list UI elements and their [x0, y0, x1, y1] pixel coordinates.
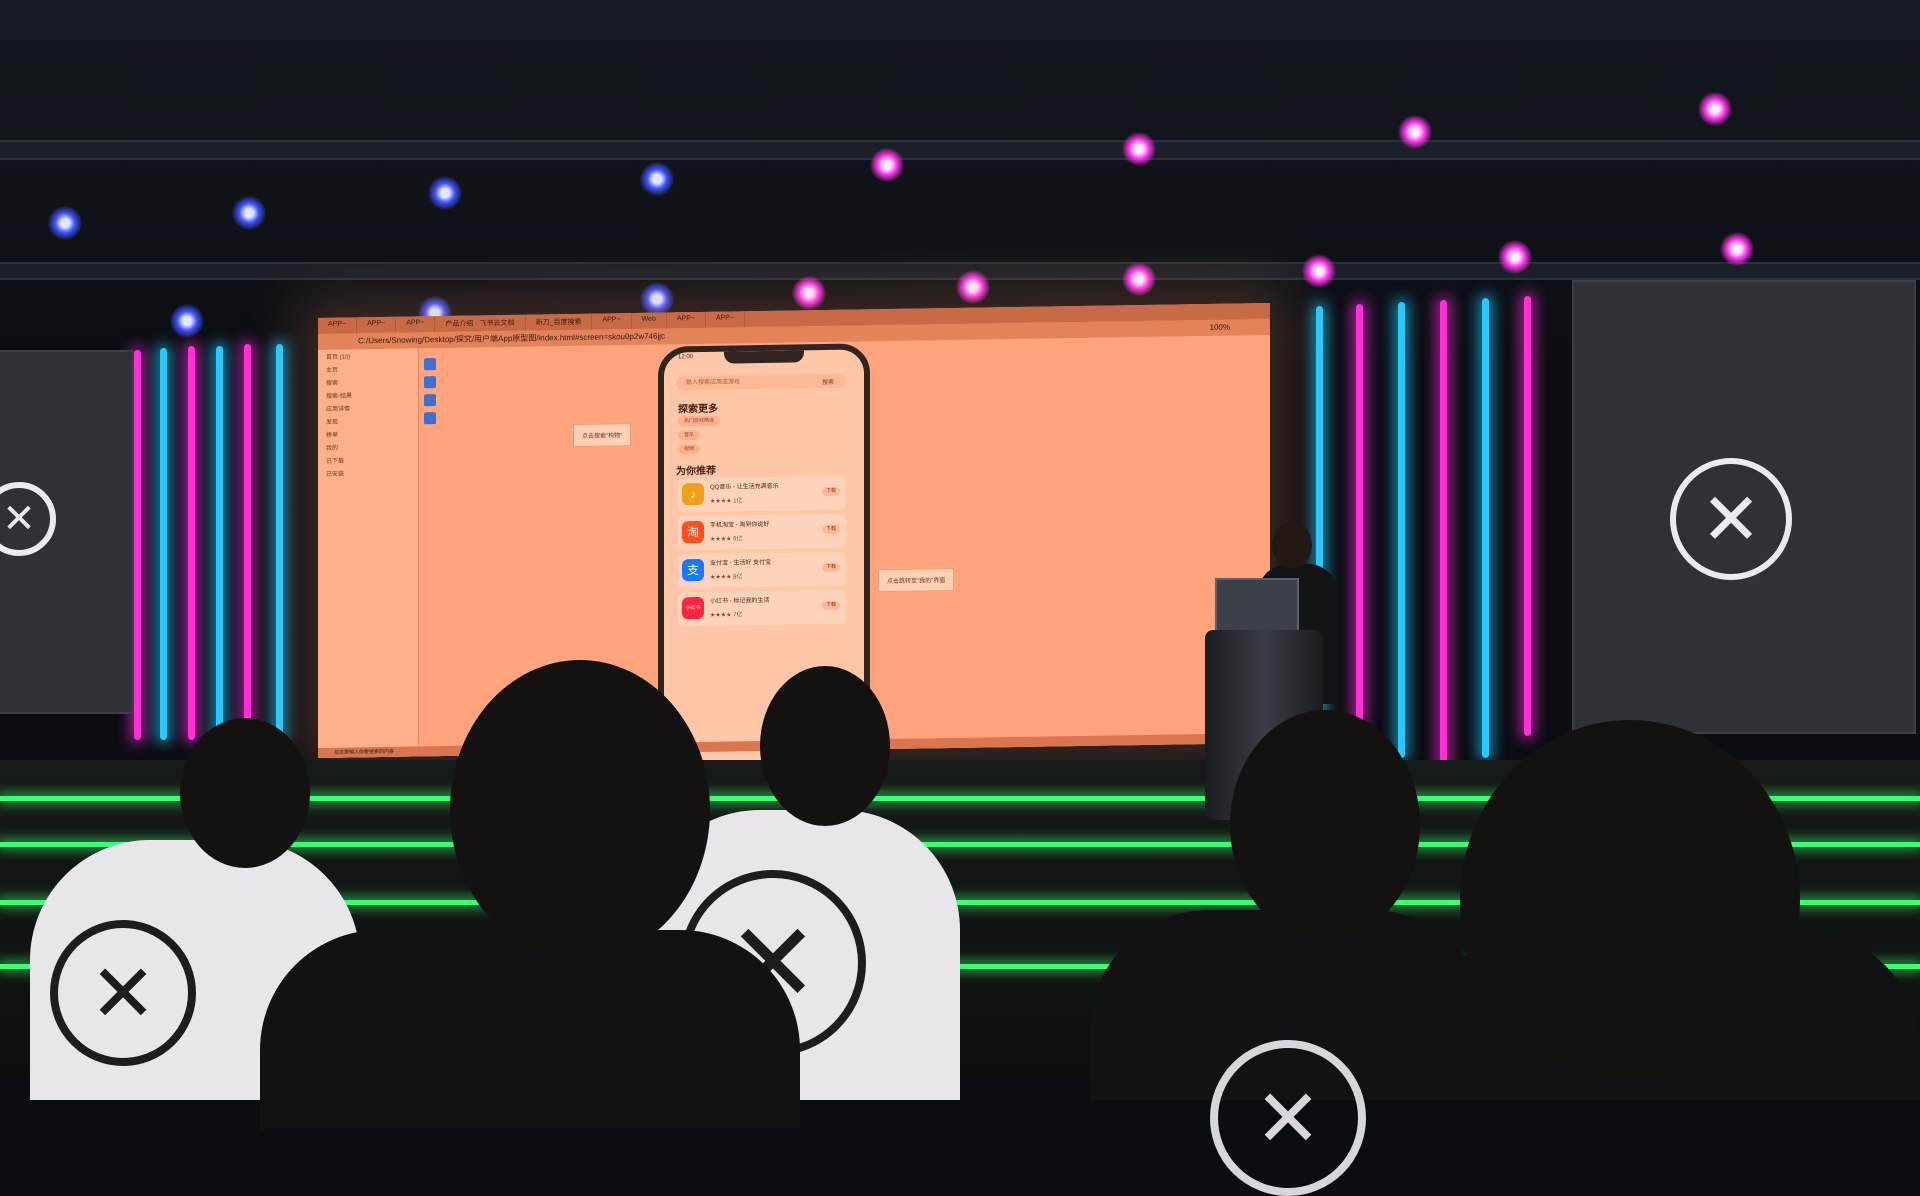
browser-tab[interactable]: APP~ — [666, 311, 706, 329]
audience-shirt — [260, 930, 800, 1130]
browser-tab[interactable]: APP~ — [396, 316, 436, 333]
page-tree: 首页 (10) 主页 搜索 搜索-结果 应用详情 发现 榜单 我的 已下载 已安… — [318, 348, 419, 758]
app-title: QQ音乐 - 让生活充满音乐 — [710, 483, 779, 491]
truss-upper — [0, 140, 1920, 160]
explore-tag[interactable]: 音乐 — [678, 429, 701, 441]
stage-light — [1302, 254, 1336, 288]
section-recommend-title: 为你推荐 — [676, 465, 716, 478]
download-button[interactable]: 下载 — [822, 524, 840, 535]
left-side-panel: ✕ — [0, 350, 134, 714]
x-logo-icon: ✕ — [50, 920, 196, 1066]
download-button[interactable]: 下载 — [822, 600, 840, 611]
stage-light — [792, 276, 826, 310]
neon-bar — [216, 346, 223, 740]
phone-search-input[interactable]: 输入搜索应用或游戏 — [676, 373, 846, 391]
neon-bar — [160, 348, 167, 740]
audience-head — [180, 718, 310, 868]
app-card[interactable]: 小红书 小红书 - 标记我的生活 ★★★★ 7亿 下载 — [678, 589, 846, 627]
tree-item[interactable]: 已安装 — [318, 465, 418, 480]
neon-bar — [188, 346, 195, 740]
audience-head — [760, 666, 890, 826]
taobao-icon: 淘 — [682, 520, 704, 544]
stage-light — [1398, 115, 1432, 149]
x-logo-icon: ✕ — [1670, 458, 1792, 580]
tool-icon[interactable] — [424, 394, 436, 407]
app-title: 小红书 - 标记我的生活 — [710, 597, 770, 605]
zoom-level: 100% — [1209, 322, 1230, 332]
section-explore-title: 探索更多 — [678, 403, 718, 416]
download-button[interactable]: 下载 — [822, 562, 840, 573]
stage-light — [1122, 262, 1156, 296]
browser-tab[interactable]: APP~ — [318, 317, 358, 334]
taskbar-search[interactable]: 在这里输入你要搜索的内容 — [334, 749, 394, 756]
app-card[interactable]: 淘 手机淘宝 - 淘到你说好 ★★★★ 9亿 下载 — [678, 513, 846, 551]
browser-tab[interactable]: APP~ — [592, 313, 632, 330]
stage-light — [1698, 92, 1732, 126]
tool-strip — [424, 358, 438, 425]
laptop — [1215, 578, 1299, 636]
stage-light — [48, 206, 82, 240]
neon-bar — [1482, 298, 1489, 758]
audience-head — [1460, 720, 1800, 1080]
stage-light — [232, 196, 266, 230]
xiaohongshu-icon: 小红书 — [682, 596, 704, 620]
x-logo-icon: ✕ — [1210, 1040, 1366, 1196]
alipay-icon: 支 — [682, 558, 704, 582]
neon-bar — [1440, 300, 1447, 790]
speaker-head — [1272, 522, 1312, 568]
app-title: 手机淘宝 - 淘到你说好 — [710, 521, 770, 529]
app-title: 支付宝 - 生活好 支付宝 — [710, 559, 771, 567]
phone-time: 12:00 — [678, 354, 694, 361]
tool-icon[interactable] — [424, 412, 436, 425]
neon-bar — [244, 344, 251, 740]
tool-icon[interactable] — [424, 376, 436, 389]
address-text: C:/Users/Snowing/Desktop/探究/用户端App原型图/in… — [358, 331, 666, 346]
neon-bar — [134, 350, 141, 740]
audience-head — [450, 660, 710, 960]
phone-search-button[interactable]: 搜索 — [822, 377, 834, 386]
tool-icon[interactable] — [424, 358, 436, 371]
x-logo-icon: ✕ — [0, 482, 56, 556]
app-card[interactable]: 支 支付宝 - 生活好 支付宝 ★★★★ 8亿 下载 — [678, 551, 846, 589]
explore-tag[interactable]: 热门游戏精选 — [678, 415, 721, 427]
app-rating: ★★★★ 9亿 — [710, 536, 743, 543]
explore-tag[interactable]: 视频 — [678, 443, 701, 455]
audience-head — [1230, 710, 1420, 940]
qq-music-icon: ♪ — [682, 482, 704, 506]
right-side-panel: ✕ — [1572, 280, 1916, 734]
annotation-note: 点击跳转至"我的"界面 — [878, 568, 955, 593]
stage-light — [640, 282, 674, 316]
browser-tab[interactable]: APP~ — [357, 316, 397, 334]
stage-light — [1498, 240, 1532, 274]
stage-light — [640, 162, 674, 196]
phone-notch — [724, 350, 804, 364]
app-card[interactable]: ♪ QQ音乐 - 让生活充满音乐 ★★★★ 1亿 下载 — [678, 475, 846, 513]
stage-light — [956, 270, 990, 304]
app-rating: ★★★★ 7亿 — [710, 612, 743, 619]
neon-bar — [1524, 296, 1531, 736]
neon-bar — [1398, 302, 1405, 758]
browser-tab[interactable]: Web — [631, 312, 667, 330]
neon-bar — [1356, 304, 1363, 724]
download-button[interactable]: 下载 — [822, 486, 840, 497]
stage-light — [870, 148, 904, 182]
app-rating: ★★★★ 1亿 — [710, 498, 743, 505]
stage-light — [1122, 132, 1156, 166]
browser-tab[interactable]: 新刀_百度搜索 — [525, 313, 593, 331]
annotation-note: 点击搜索"构物" — [573, 423, 632, 447]
browser-tab[interactable]: 产品介绍 · 飞书云文档 — [435, 314, 526, 333]
stage-light — [1720, 232, 1754, 266]
neon-bar — [276, 344, 283, 740]
browser-tab[interactable]: APP~ — [705, 311, 746, 328]
stage-light — [170, 304, 204, 338]
stage-light — [428, 176, 462, 210]
app-rating: ★★★★ 8亿 — [710, 574, 743, 581]
